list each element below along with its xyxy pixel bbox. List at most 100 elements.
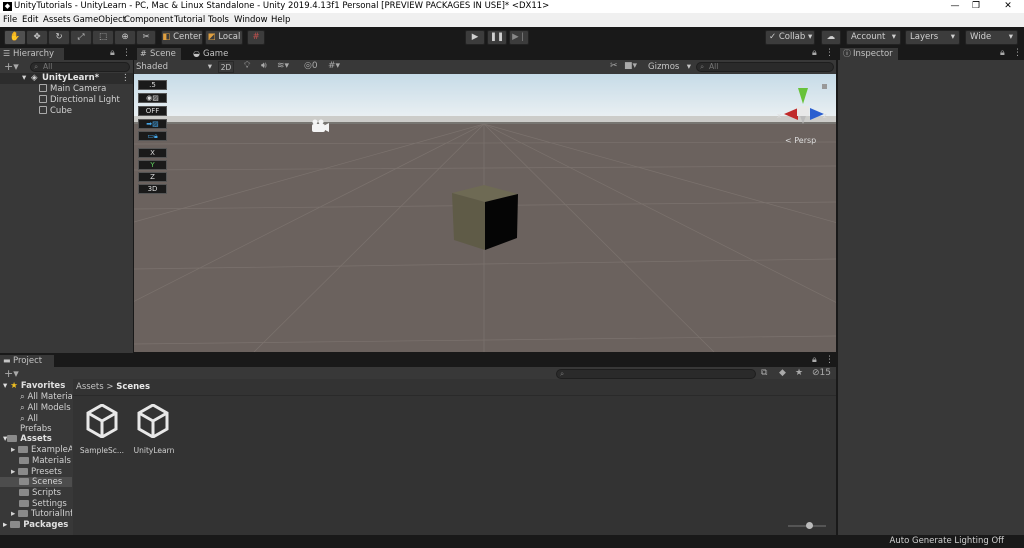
packages-root[interactable]: ▸ Packages — [3, 520, 68, 530]
scene-search-input[interactable]: ⌕ All — [696, 62, 834, 72]
lock-icon[interactable]: 🔒︎ — [812, 48, 817, 58]
account-dropdown[interactable]: Account ▾ — [846, 30, 901, 45]
snap-lock-icon[interactable]: ▭🔒︎ — [138, 131, 167, 141]
hierarchy-item-directional-light[interactable]: Directional Light — [39, 95, 120, 106]
rect-tool-icon[interactable]: ⬚ — [92, 30, 114, 45]
lock-icon[interactable]: 🔒︎ — [1000, 48, 1005, 58]
favorite-all-prefabs[interactable]: ⌕ All Prefabs — [20, 414, 72, 434]
transform-tool-icon[interactable]: ⊕ — [114, 30, 136, 45]
visibility-toggle-icon[interactable]: ◉▨ — [138, 93, 167, 103]
project-search-input[interactable]: ⌕ — [556, 369, 756, 379]
asset-unitylearn-scene[interactable]: UnityLearn — [131, 446, 177, 455]
favorite-all-materials[interactable]: ⌕ All Materials — [20, 392, 72, 402]
grid-snap-icon[interactable]: # — [247, 30, 265, 45]
unity-scene-icon[interactable] — [137, 404, 169, 438]
snap-z-button[interactable]: Z — [138, 172, 167, 182]
panel-menu-icon[interactable]: ⋮ — [825, 48, 834, 58]
snap-off-button[interactable]: OFF — [138, 106, 167, 116]
assets-root[interactable]: ▾ Assets — [3, 434, 52, 444]
scale-tool-icon[interactable]: ⤢ — [70, 30, 92, 45]
hidden-count-icon[interactable]: ⊘15 — [812, 368, 831, 378]
layers-dropdown[interactable]: Layers ▾ — [905, 30, 960, 45]
folder-materials[interactable]: Materials — [19, 456, 71, 466]
collab-dropdown[interactable]: ✓ Collab ▾ — [765, 30, 815, 45]
snap-arrow-icon[interactable]: ➡▨ — [138, 119, 167, 129]
favorites-header[interactable]: ▾ ★ Favorites — [3, 381, 65, 391]
menu-file[interactable]: File — [3, 13, 17, 27]
panel-menu-icon[interactable]: ⋮ — [1013, 48, 1022, 58]
rotate-tool-icon[interactable]: ↻ — [48, 30, 70, 45]
lighting-icon[interactable]: 💡︎ — [244, 61, 250, 71]
play-button[interactable]: ▶ — [465, 30, 485, 45]
tab-hierarchy[interactable]: ☰ Hierarchy — [0, 48, 64, 60]
panel-menu-icon[interactable]: ⋮ — [122, 48, 131, 58]
menu-tutorial[interactable]: Tutorial — [174, 13, 205, 27]
scene-root-item[interactable]: ▾ ◈ UnityLearn* ⋮ — [0, 73, 133, 84]
lighting-status-text[interactable]: Auto Generate Lighting Off — [890, 535, 1004, 548]
snap-increment-button[interactable]: .5 — [138, 80, 167, 90]
menu-component[interactable]: Component — [124, 13, 173, 27]
hierarchy-item-main-camera[interactable]: Main Camera — [39, 84, 106, 95]
menu-edit[interactable]: Edit — [22, 13, 38, 27]
menu-window[interactable]: Window — [234, 13, 268, 27]
grid-toggle-icon[interactable]: #▾ — [328, 61, 340, 71]
folder-settings[interactable]: Settings — [19, 499, 67, 509]
lock-icon[interactable]: 🔒︎ — [110, 48, 115, 58]
breadcrumb-scenes[interactable]: Scenes — [116, 382, 150, 392]
menu-tools[interactable]: Tools — [208, 13, 229, 27]
snap-x-button[interactable]: X — [138, 148, 167, 158]
tools-icon[interactable]: ✂ — [610, 61, 618, 71]
cloud-icon[interactable]: ☁ — [821, 30, 841, 45]
favorite-all-models[interactable]: ⌕ All Models — [20, 403, 71, 413]
filter-type-icon[interactable]: ⧉ — [761, 368, 767, 378]
folder-scenes[interactable]: Scenes — [0, 477, 72, 487]
persp-label[interactable]: < Persp — [785, 136, 816, 145]
visibility-icon[interactable]: ◎0 — [304, 61, 318, 71]
asset-sample-scene[interactable]: SampleSc... — [79, 446, 125, 455]
pivot-center-button[interactable]: ◧ Center — [161, 30, 203, 45]
menu-gameobject[interactable]: GameObject — [73, 13, 126, 27]
tab-project[interactable]: ▬ Project — [0, 355, 54, 367]
effects-icon[interactable]: ≋▾ — [277, 61, 289, 71]
custom-tool-icon[interactable]: ✂ — [136, 30, 156, 45]
pause-button[interactable]: ❚❚ — [487, 30, 507, 45]
tab-scene[interactable]: # Scene — [137, 48, 181, 60]
scene-menu-icon[interactable]: ⋮ — [121, 73, 130, 84]
step-button[interactable]: ▶❘ — [509, 30, 529, 45]
snap-3d-button[interactable]: 3D — [138, 184, 167, 194]
hierarchy-item-cube[interactable]: Cube — [39, 106, 72, 117]
menu-assets[interactable]: Assets — [43, 13, 71, 27]
maximize-button[interactable]: ❐ — [962, 0, 990, 13]
cube-object[interactable] — [452, 185, 518, 250]
snap-y-button[interactable]: Y — [138, 160, 167, 170]
svg-text:x: x — [777, 112, 781, 120]
hierarchy-search-input[interactable]: ⌕ All — [30, 62, 130, 72]
folder-tutorial-info[interactable]: ▸ TutorialInfo — [11, 509, 72, 519]
gizmos-dropdown[interactable]: Gizmos ▾ — [646, 61, 691, 73]
tab-game[interactable]: ◒ Game — [190, 48, 234, 60]
folder-example-assets[interactable]: ▸ ExampleAssets — [11, 445, 72, 455]
tab-inspector[interactable]: ⓘ Inspector — [840, 48, 898, 60]
pivot-local-button[interactable]: ◩ Local — [205, 30, 243, 45]
hand-tool-icon[interactable]: ✋ — [4, 30, 26, 45]
filter-label-icon[interactable]: ◆ — [779, 368, 786, 378]
layout-dropdown[interactable]: Wide ▾ — [965, 30, 1018, 45]
shading-mode-dropdown[interactable]: Shaded ▾ — [136, 61, 214, 73]
unity-scene-icon[interactable] — [86, 404, 118, 438]
lock-icon[interactable]: 🔒︎ — [812, 355, 817, 365]
2d-toggle[interactable]: 2D — [218, 61, 234, 73]
favorite-star-icon[interactable]: ★ — [795, 368, 803, 378]
menu-help[interactable]: Help — [271, 13, 290, 27]
panel-menu-icon[interactable]: ⋮ — [825, 355, 834, 365]
slider-handle[interactable] — [806, 522, 813, 529]
camera-settings-icon[interactable]: ■▾ — [624, 61, 637, 71]
audio-icon[interactable]: 🔊︎ — [261, 61, 267, 71]
close-button[interactable]: ✕ — [994, 0, 1022, 13]
folder-scripts[interactable]: Scripts — [19, 488, 61, 498]
scene-control-bar: Shaded ▾ 2D 💡︎ 🔊︎ ≋▾ ◎0 #▾ ✂ ■▾ Gizmos ▾… — [134, 60, 836, 74]
move-tool-icon[interactable]: ✥ — [26, 30, 48, 45]
breadcrumb-assets[interactable]: Assets — [76, 382, 104, 392]
add-icon[interactable]: +▾ — [4, 60, 19, 73]
folder-presets[interactable]: ▸ Presets — [11, 467, 62, 477]
scene-viewport[interactable]: y x z < Persp — [134, 74, 836, 352]
